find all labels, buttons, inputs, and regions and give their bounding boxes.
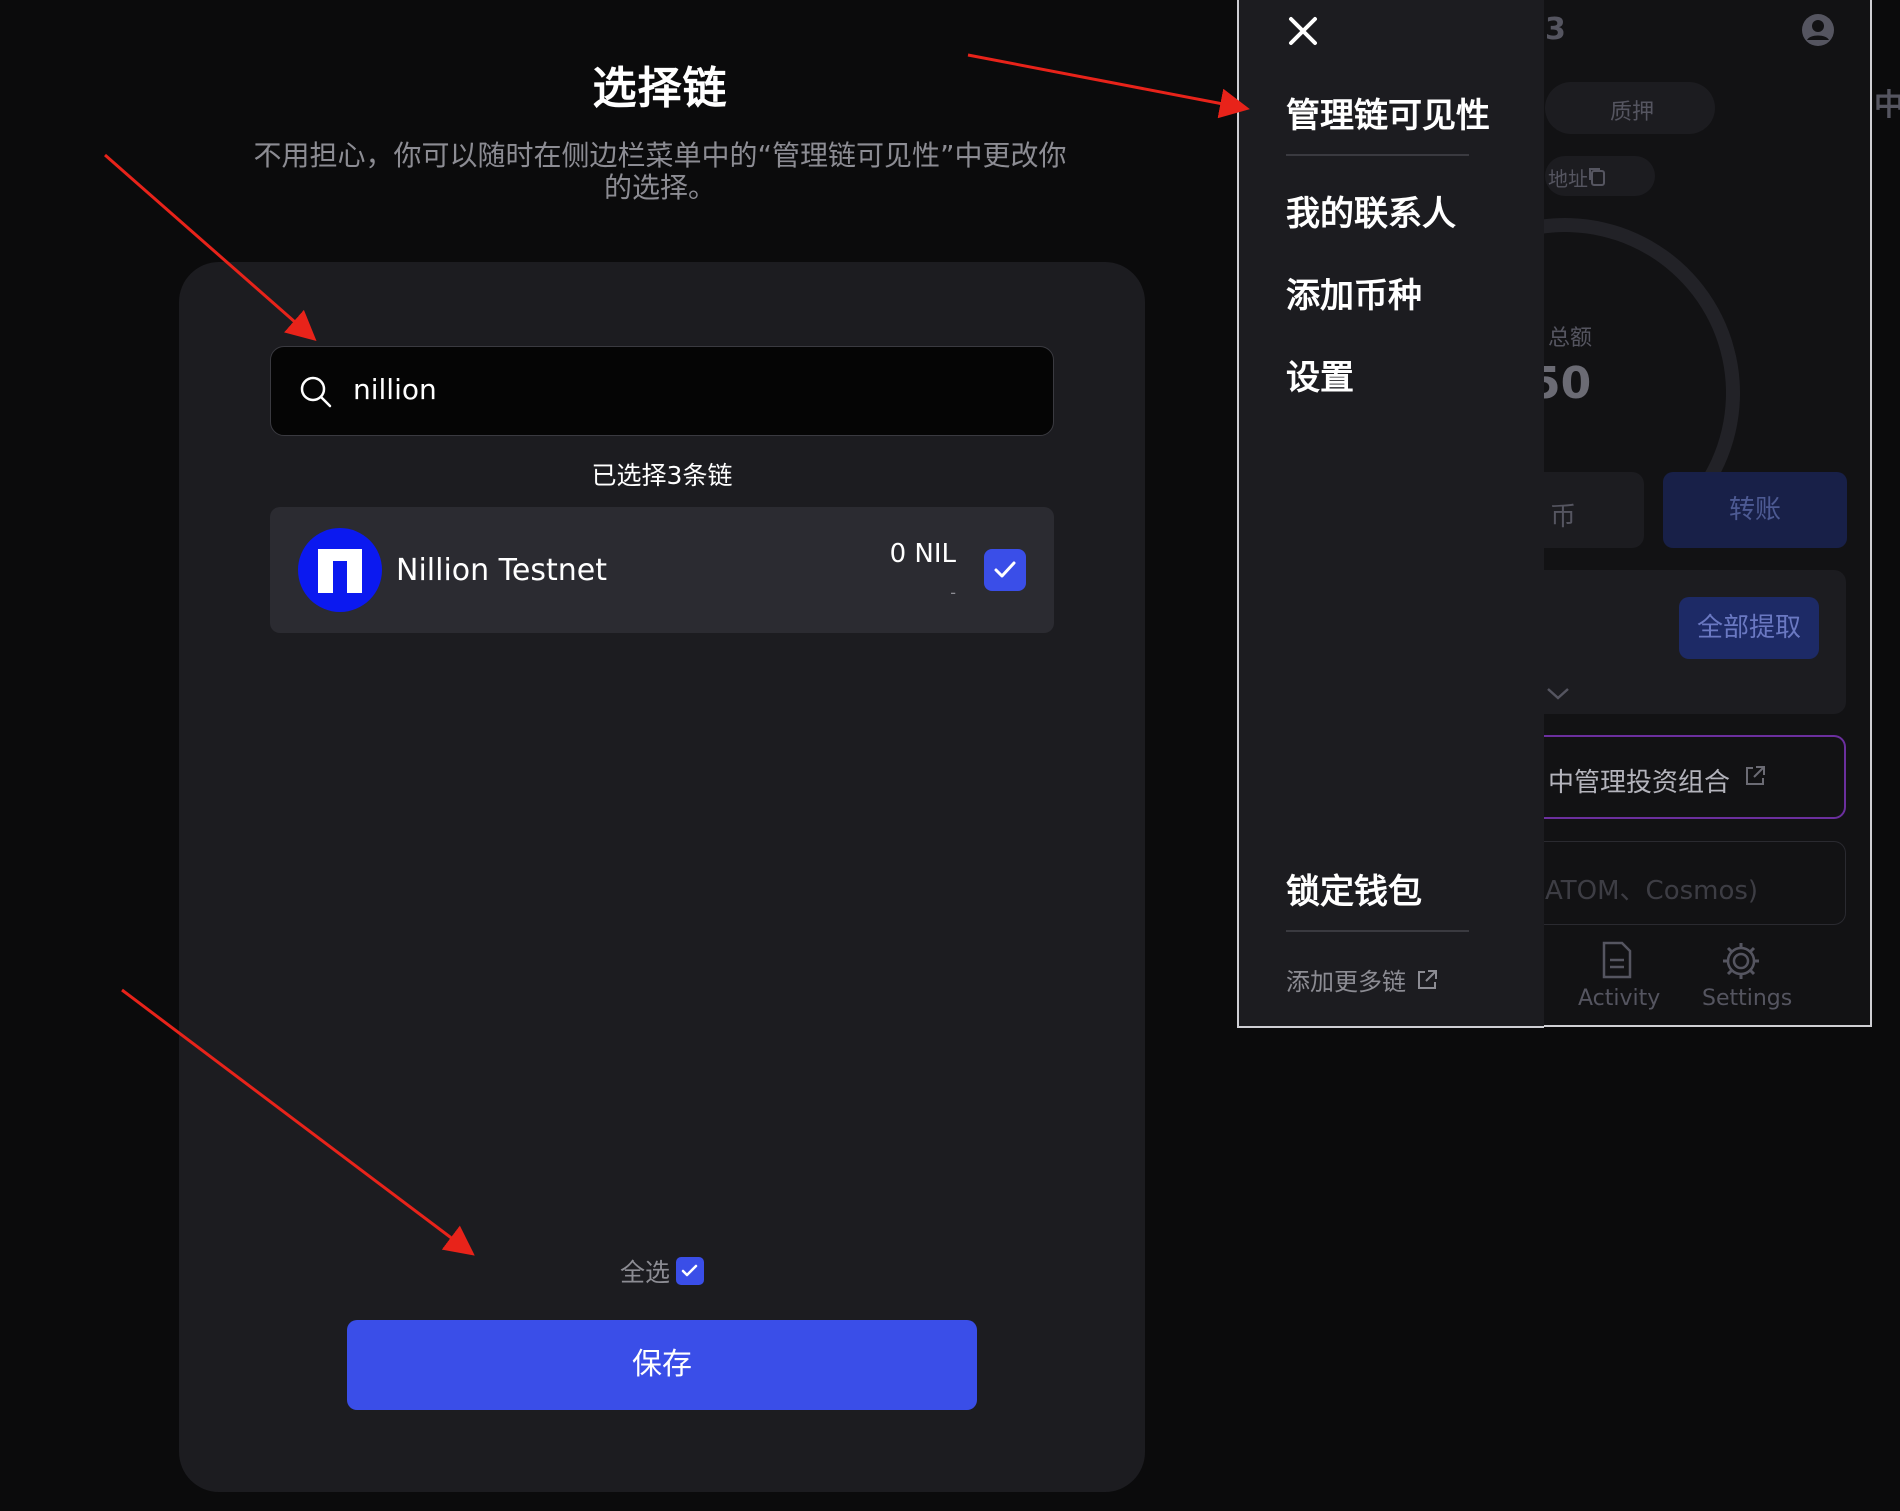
chain-fiat-value: - (950, 583, 956, 602)
manage-portfolio-fragment: 中管理投资组合 (1548, 768, 1731, 798)
search-icon (299, 375, 333, 409)
withdraw-all-button[interactable]: 全部提取 (1679, 597, 1819, 659)
nav-activity-label[interactable]: Activity (1578, 986, 1660, 1011)
search-input-value[interactable]: nillion (353, 373, 437, 406)
page-title: 选择链 (592, 63, 728, 114)
stake-tab-label: 质押 (1610, 100, 1655, 125)
close-icon[interactable] (1286, 14, 1320, 48)
cosmos-banner-fragment: ATOM、Cosmos) (1545, 876, 1759, 906)
chain-list-item[interactable]: Nillion Testnet 0 NIL - (270, 507, 1054, 633)
add-more-chains-link[interactable]: 添加更多链 (1286, 962, 1440, 999)
menu-divider (1286, 930, 1469, 932)
nav-settings-label[interactable]: Settings (1702, 986, 1792, 1011)
copy-icon[interactable] (1586, 165, 1608, 191)
total-label-fragment: 总额 (1548, 326, 1593, 351)
receive-button-fragment: 币 (1550, 502, 1577, 532)
menu-item-add-token[interactable]: 添加币种 (1286, 268, 1422, 317)
transfer-button[interactable]: 转账 (1663, 472, 1847, 548)
chevron-down-icon[interactable] (1545, 686, 1571, 706)
menu-divider (1286, 154, 1469, 156)
menu-item-contacts[interactable]: 我的联系人 (1286, 186, 1456, 235)
activity-icon[interactable] (1598, 940, 1636, 984)
select-all-checkbox[interactable] (676, 1257, 704, 1285)
chain-select-card (179, 262, 1145, 1492)
nillion-logo-icon (298, 528, 382, 612)
chain-checkbox[interactable] (984, 549, 1026, 591)
save-button[interactable]: 保存 (347, 1320, 977, 1410)
page-subtitle: 不用担心，你可以随时在侧边栏菜单中的“管理链可见性”中更改你的选择。 (253, 139, 1067, 204)
receive-button[interactable] (1530, 472, 1644, 548)
menu-item-settings[interactable]: 设置 (1286, 350, 1354, 399)
edge-fragment: 中 (1874, 88, 1900, 123)
account-icon[interactable] (1800, 12, 1836, 52)
wallet-header-fragment: 3 (1545, 12, 1566, 47)
settings-icon[interactable] (1720, 940, 1762, 986)
select-all-label[interactable]: 全选 (620, 1253, 670, 1289)
address-chip-label: 地址 (1548, 167, 1588, 191)
external-link-icon (1742, 763, 1768, 793)
menu-item-lock-wallet[interactable]: 锁定钱包 (1286, 864, 1422, 913)
chain-name: Nillion Testnet (396, 553, 607, 588)
search-input[interactable]: nillion (270, 346, 1054, 436)
chain-balance: 0 NIL (889, 539, 956, 569)
external-link-icon (1414, 967, 1440, 999)
add-more-chains-label: 添加更多链 (1286, 968, 1406, 996)
selected-count: 已选择3条链 (591, 461, 733, 490)
